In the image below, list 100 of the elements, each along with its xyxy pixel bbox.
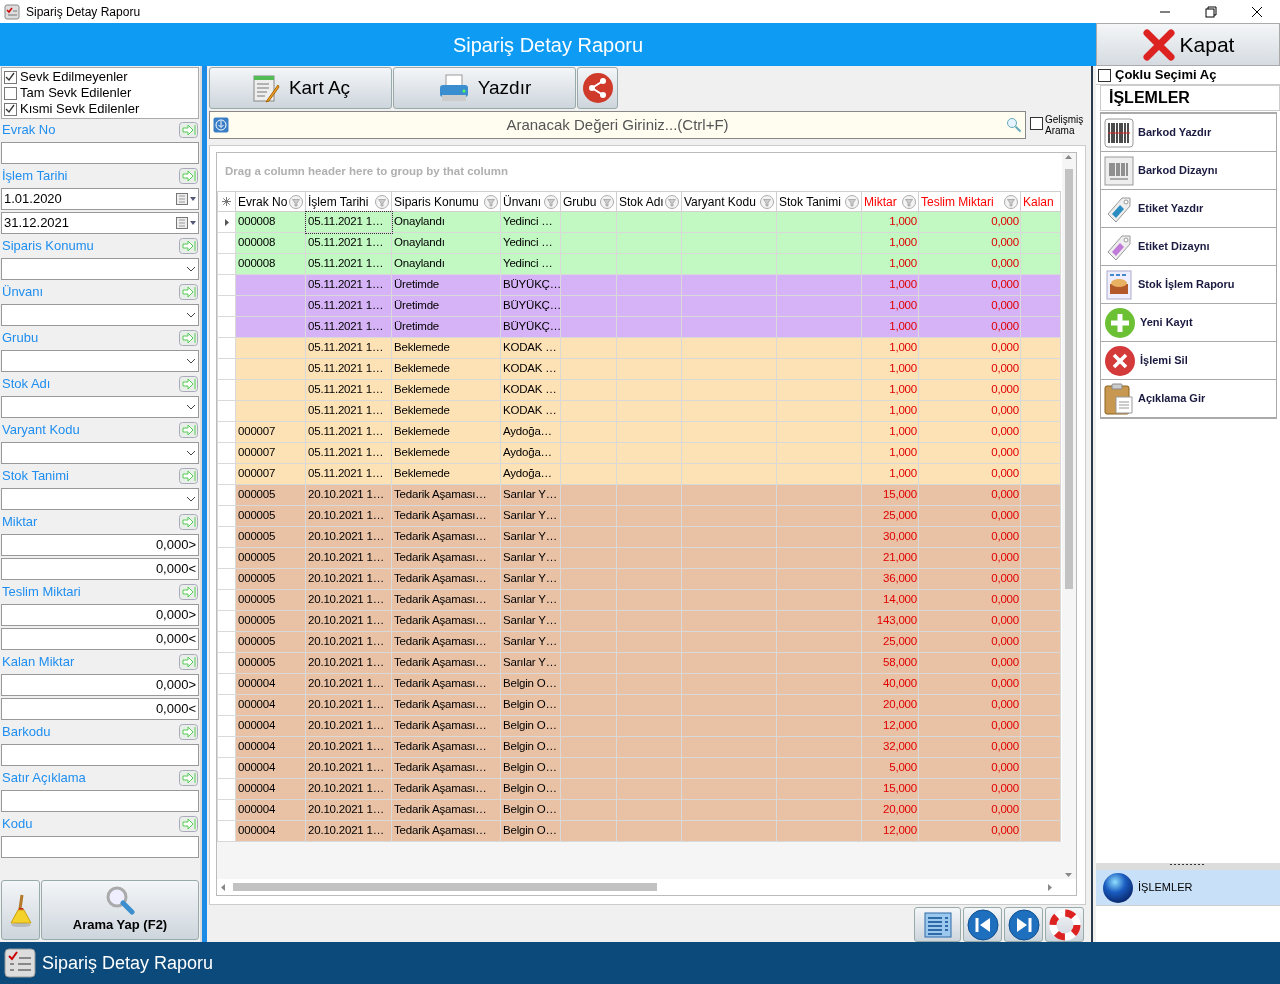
table-row[interactable]: 000004 20.10.2021 1… Tedarik Aşaması… Belgin O… 20,000 0,000	[217, 799, 1061, 821]
filter-icon[interactable]	[289, 194, 303, 209]
list-button[interactable]	[914, 907, 961, 942]
arrow-button-icon[interactable]	[179, 122, 198, 138]
table-row[interactable]: 000004 20.10.2021 1… Tedarik Aşaması… Belgin O… 15,000 0,000	[217, 778, 1061, 800]
arrow-button-icon[interactable]	[179, 770, 198, 786]
action-item[interactable]: Açıklama Gir	[1101, 380, 1276, 418]
table-row[interactable]: 000008 05.11.2021 1… Onaylandı Yedinci … 1,000 0,000	[217, 232, 1061, 254]
table-row[interactable]: 05.11.2021 1… Beklemede KODAK … 1,000 0,000	[217, 337, 1061, 359]
scroll-right-icon[interactable]	[1048, 883, 1052, 891]
grip-icon[interactable]	[1170, 863, 1206, 867]
last-button[interactable]	[1004, 907, 1043, 942]
scroll-up-icon[interactable]	[1065, 155, 1072, 159]
filter-icon[interactable]	[544, 194, 558, 209]
table-row[interactable]: 000005 20.10.2021 1… Tedarik Aşaması… Sarılar Y… 143,000 0,000	[217, 610, 1061, 632]
search-field[interactable]: Aranacak Değeri Giriniz...(Ctrl+F)	[209, 111, 1026, 139]
download-icon[interactable]	[213, 117, 229, 133]
first-button[interactable]	[963, 907, 1002, 942]
table-row[interactable]: 000004 20.10.2021 1… Tedarik Aşaması… Belgin O… 12,000 0,000	[217, 820, 1061, 842]
input-field[interactable]	[1, 836, 199, 858]
date-field[interactable]: 1.01.2020	[1, 188, 199, 210]
arrow-button-icon[interactable]	[179, 724, 198, 740]
arrow-button-icon[interactable]	[179, 468, 198, 484]
splitter[interactable]	[1088, 66, 1096, 942]
table-row[interactable]: 05.11.2021 1… Üretimde BÜYÜKÇ… 1,000 0,000	[217, 295, 1061, 317]
table-row[interactable]: 000008 05.11.2021 1… Onaylandı Yedinci … 1,000 0,000	[217, 253, 1061, 275]
checkbox[interactable]	[1098, 68, 1111, 82]
arrow-button-icon[interactable]	[179, 584, 198, 600]
filter-icon[interactable]	[484, 194, 498, 209]
dropdown-field[interactable]	[1, 442, 199, 464]
filter-icon[interactable]	[665, 194, 679, 209]
filter-icon[interactable]	[375, 194, 389, 209]
scroll-down-icon[interactable]	[1065, 873, 1072, 877]
date-field[interactable]: 31.12.2021	[1, 212, 199, 234]
table-row[interactable]: 000008 05.11.2021 1… Onaylandı Yedinci … 1,000 0,000	[217, 211, 1061, 233]
arrow-button-icon[interactable]	[179, 816, 198, 832]
dropdown-field[interactable]	[1, 304, 199, 326]
nav-group-item[interactable]: İŞLEMLER	[1096, 870, 1280, 906]
table-row[interactable]: 000005 20.10.2021 1… Tedarik Aşaması… Sarılar Y… 14,000 0,000	[217, 589, 1061, 611]
toolbar-button[interactable]: Kart Aç	[209, 67, 392, 109]
number-field[interactable]: 0,000<	[1, 628, 199, 650]
table-row[interactable]: 000007 05.11.2021 1… Beklemede Aydoğa… 1,000 0,000	[217, 463, 1061, 485]
table-row[interactable]: 000005 20.10.2021 1… Tedarik Aşaması… Sarılar Y… 30,000 0,000	[217, 526, 1061, 548]
toolbar-button[interactable]: Yazdır	[393, 67, 576, 109]
checkbox[interactable]	[4, 86, 17, 100]
table-row[interactable]: 000005 20.10.2021 1… Tedarik Aşaması… Sarılar Y… 15,000 0,000	[217, 484, 1061, 506]
table-row[interactable]: 000004 20.10.2021 1… Tedarik Aşaması… Belgin O… 5,000 0,000	[217, 757, 1061, 779]
search-icon[interactable]	[1006, 117, 1022, 133]
number-field[interactable]: 0,000>	[1, 604, 199, 626]
checkbox[interactable]	[4, 70, 17, 84]
table-row[interactable]: 000005 20.10.2021 1… Tedarik Aşaması… Sarılar Y… 36,000 0,000	[217, 568, 1061, 590]
table-row[interactable]: 000004 20.10.2021 1… Tedarik Aşaması… Belgin O… 20,000 0,000	[217, 694, 1061, 716]
scroll-left-icon[interactable]	[221, 883, 225, 891]
table-row[interactable]: 000004 20.10.2021 1… Tedarik Aşaması… Belgin O… 40,000 0,000	[217, 673, 1061, 695]
table-row[interactable]: 000005 20.10.2021 1… Tedarik Aşaması… Sarılar Y… 21,000 0,000	[217, 547, 1061, 569]
input-field[interactable]	[1, 744, 199, 766]
arrow-button-icon[interactable]	[179, 238, 198, 254]
input-field[interactable]	[1, 142, 199, 164]
filter-icon[interactable]	[760, 194, 774, 209]
filter-icon[interactable]	[1004, 194, 1018, 209]
filter-icon[interactable]	[902, 194, 916, 209]
table-row[interactable]: 000005 20.10.2021 1… Tedarik Aşaması… Sarılar Y… 58,000 0,000	[217, 652, 1061, 674]
arrow-button-icon[interactable]	[179, 168, 198, 184]
help-button[interactable]	[1045, 907, 1084, 942]
table-row[interactable]: 000007 05.11.2021 1… Beklemede Aydoğa… 1,000 0,000	[217, 421, 1061, 443]
arrow-button-icon[interactable]	[179, 376, 198, 392]
number-field[interactable]: 0,000<	[1, 558, 199, 580]
table-row[interactable]: 000004 20.10.2021 1… Tedarik Aşaması… Belgin O… 12,000 0,000	[217, 715, 1061, 737]
filter-icon[interactable]	[845, 194, 859, 209]
arrow-button-icon[interactable]	[179, 422, 198, 438]
filter-icon[interactable]	[600, 194, 614, 209]
table-row[interactable]: 000004 20.10.2021 1… Tedarik Aşaması… Belgin O… 32,000 0,000	[217, 736, 1061, 758]
arrow-button-icon[interactable]	[179, 654, 198, 670]
table-row[interactable]: 05.11.2021 1… Üretimde BÜYÜKÇ… 1,000 0,000	[217, 274, 1061, 296]
share-button[interactable]	[577, 67, 618, 109]
dropdown-field[interactable]	[1, 488, 199, 510]
number-field[interactable]: 0,000>	[1, 534, 199, 556]
arrow-button-icon[interactable]	[179, 514, 198, 530]
table-row[interactable]: 000005 20.10.2021 1… Tedarik Aşaması… Sarılar Y… 25,000 0,000	[217, 631, 1061, 653]
scrollbar-thumb[interactable]	[233, 883, 657, 891]
dropdown-field[interactable]	[1, 396, 199, 418]
table-row[interactable]: 000005 20.10.2021 1… Tedarik Aşaması… Sarılar Y… 25,000 0,000	[217, 505, 1061, 527]
table-row[interactable]: 05.11.2021 1… Beklemede KODAK … 1,000 0,000	[217, 400, 1061, 422]
checkbox[interactable]	[1030, 117, 1043, 130]
scrollbar-thumb[interactable]	[1064, 169, 1073, 589]
arrow-button-icon[interactable]	[179, 284, 198, 300]
number-field[interactable]: 0,000<	[1, 698, 199, 720]
clear-button[interactable]	[1, 880, 40, 940]
table-row[interactable]: 000007 05.11.2021 1… Beklemede Aydoğa… 1,000 0,000	[217, 442, 1061, 464]
search-button[interactable]: Arama Yap (F2)	[41, 880, 199, 940]
dropdown-field[interactable]	[1, 350, 199, 372]
table-row[interactable]: 05.11.2021 1… Üretimde BÜYÜKÇ… 1,000 0,000	[217, 316, 1061, 338]
dropdown-field[interactable]	[1, 258, 199, 280]
input-field[interactable]	[1, 790, 199, 812]
arrow-button-icon[interactable]	[179, 330, 198, 346]
close-button[interactable]: Kapat	[1096, 23, 1280, 66]
table-row[interactable]: 05.11.2021 1… Beklemede KODAK … 1,000 0,000	[217, 379, 1061, 401]
checkbox[interactable]	[4, 102, 17, 116]
number-field[interactable]: 0,000>	[1, 674, 199, 696]
table-row[interactable]: 05.11.2021 1… Beklemede KODAK … 1,000 0,000	[217, 358, 1061, 380]
